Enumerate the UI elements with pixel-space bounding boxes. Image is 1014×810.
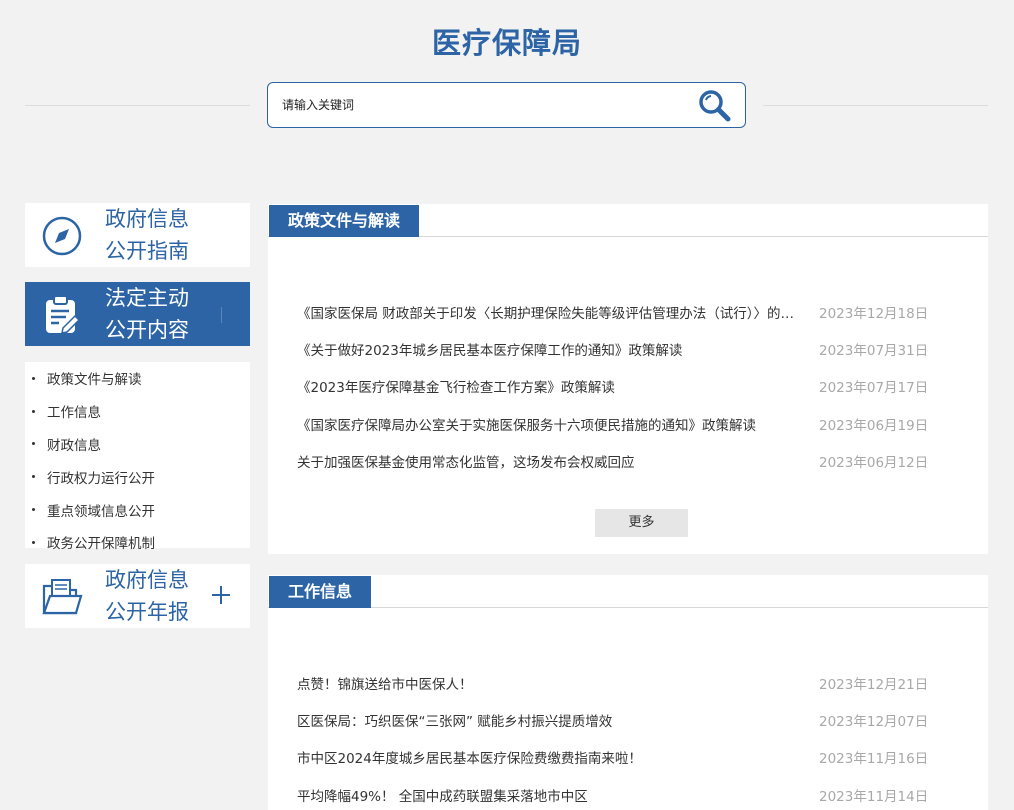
news-title: 区医保局：巧织医保“三张网” 赋能乡村振兴提质增效: [297, 714, 613, 730]
header-divider-left: [25, 105, 250, 106]
list-item[interactable]: 《2023年医疗保障基金飞行检查工作方案》政策解读 2023年07月17日: [297, 374, 937, 398]
site-title: 医疗保障局: [431, 26, 582, 60]
list-item[interactable]: 区医保局：巧织医保“三张网” 赋能乡村振兴提质增效 2023年12月07日: [297, 708, 937, 732]
news-title: 《2023年医疗保障基金飞行检查工作方案》政策解读: [297, 380, 615, 396]
bullet-icon: [32, 442, 35, 446]
news-date: 2023年12月21日: [819, 677, 929, 693]
submenu-item-guarantee[interactable]: 政务公开保障机制: [25, 526, 250, 559]
list-item[interactable]: 《关于做好2023年城乡居民基本医疗保障工作的通知》政策解读 2023年07月3…: [297, 337, 937, 361]
sidebar-card-guide[interactable]: 政府信息 公开指南: [25, 203, 250, 267]
more-button[interactable]: 更多: [595, 509, 688, 537]
news-date: 2023年11月14日: [819, 789, 929, 805]
news-title: 《国家医疗保障局办公室关于实施医保服务十六项便民措施的通知》政策解读: [297, 418, 756, 434]
submenu-item-finance[interactable]: 财政信息: [25, 428, 250, 461]
news-title: 《关于做好2023年城乡居民基本医疗保障工作的通知》政策解读: [297, 343, 683, 359]
sidebar-card-mandatory-content[interactable]: 法定主动 公开内容: [25, 282, 250, 346]
list-item[interactable]: 《国家医保局 财政部关于印发〈长期护理保险失能等级评估管理办法（试行）〉的通知》…: [297, 300, 937, 324]
news-date: 2023年12月18日: [819, 306, 929, 322]
news-date: 2023年12月07日: [819, 714, 929, 730]
list-item[interactable]: 《国家医疗保障局办公室关于实施医保服务十六项便民措施的通知》政策解读 2023年…: [297, 412, 937, 436]
bullet-icon: [32, 540, 35, 544]
submenu-item-key-areas[interactable]: 重点领域信息公开: [25, 493, 250, 526]
panel-header: 政策文件与解读: [268, 204, 988, 237]
search-input[interactable]: [282, 93, 682, 117]
compass-icon: [42, 216, 82, 256]
list-item[interactable]: 关于加强医保基金使用常态化监管，这场发布会权威回应 2023年06月12日: [297, 449, 937, 473]
news-date: 2023年07月17日: [819, 380, 929, 396]
search-bar: [267, 82, 746, 128]
news-date: 2023年06月12日: [819, 455, 929, 471]
news-date: 2023年11月16日: [819, 751, 929, 767]
news-date: 2023年07月31日: [819, 343, 929, 359]
news-title: 市中区2024年度城乡居民基本医疗保险费缴费指南来啦！: [297, 751, 642, 767]
work-info-panel: 工作信息 点赞！锦旗送给市中医保人！ 2023年12月21日 区医保局：巧织医保…: [268, 575, 988, 810]
clipboard-icon: [46, 295, 81, 334]
folder-icon: [42, 579, 83, 615]
bullet-icon: [32, 376, 35, 380]
submenu-item-work-info[interactable]: 工作信息: [25, 395, 250, 428]
tab-work-info[interactable]: 工作信息: [269, 576, 372, 608]
news-date: 2023年06月19日: [819, 418, 929, 434]
list-item[interactable]: 点赞！锦旗送给市中医保人！ 2023年12月21日: [297, 671, 937, 695]
policy-panel: 政策文件与解读 《国家医保局 财政部关于印发〈长期护理保险失能等级评估管理办法（…: [268, 204, 988, 554]
sidebar-card-annual-report[interactable]: 政府信息 公开年报: [25, 564, 250, 628]
bullet-icon: [32, 475, 35, 479]
news-title: 关于加强医保基金使用常态化监管，这场发布会权威回应: [297, 455, 635, 471]
tab-policy[interactable]: 政策文件与解读: [269, 205, 420, 237]
list-item[interactable]: 平均降幅49%！ 全国中成药联盟集采落地市中区 2023年11月14日: [297, 783, 937, 807]
sidebar-card-label: 政府信息 公开指南: [105, 207, 189, 263]
panel-header: 工作信息: [268, 575, 988, 608]
submenu-item-admin-power[interactable]: 行政权力运行公开: [25, 460, 250, 493]
sidebar-card-label: 政府信息 公开年报: [105, 568, 189, 624]
news-title: 点赞！锦旗送给市中医保人！: [297, 677, 473, 693]
bullet-icon: [32, 409, 35, 413]
search-icon: [699, 90, 731, 122]
sidebar-submenu: 政策文件与解读 工作信息 财政信息 行政权力运行公开 重点领域信息公开 政务公开…: [25, 362, 250, 552]
sidebar-card-label: 法定主动 公开内容: [105, 286, 189, 342]
header-divider-right: [763, 105, 988, 106]
news-title: 《国家医保局 财政部关于印发〈长期护理保险失能等级评估管理办法（试行）〉的通知》…: [297, 306, 797, 322]
plus-icon[interactable]: [210, 584, 232, 606]
news-title: 平均降幅49%！ 全国中成药联盟集采落地市中区: [297, 789, 588, 805]
submenu-item-policy[interactable]: 政策文件与解读: [25, 362, 250, 395]
list-item[interactable]: 市中区2024年度城乡居民基本医疗保险费缴费指南来啦！ 2023年11月16日: [297, 745, 937, 769]
search-button[interactable]: [697, 88, 733, 124]
bullet-icon: [32, 508, 35, 512]
collapse-indicator: [221, 307, 222, 323]
